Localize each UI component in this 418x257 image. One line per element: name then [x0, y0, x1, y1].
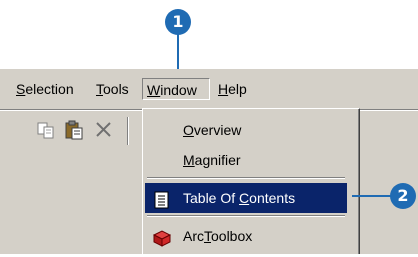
- delete-icon[interactable]: [94, 120, 114, 140]
- screenshot: 1 Selection Tools Window Help Overview M…: [0, 0, 418, 254]
- menu-window-accel: W: [147, 82, 161, 98]
- menu-item-magnifier[interactable]: Magnifier: [145, 145, 347, 175]
- table-of-contents-icon: [153, 189, 171, 209]
- menu-item-overview[interactable]: Overview: [145, 115, 347, 145]
- menu-item-table-of-contents-label: Table Of Contents: [183, 190, 296, 206]
- menu-selection-rest: election: [25, 81, 74, 97]
- menu-item-overview-label: Overview: [183, 122, 242, 138]
- menu-item-table-of-contents[interactable]: Table Of Contents: [145, 183, 347, 213]
- menu-selection-accel: S: [16, 81, 26, 97]
- menu-tools-rest: ools: [103, 81, 129, 97]
- paste-icon[interactable]: [64, 120, 84, 140]
- menu-item-arctoolbox-label: ArcToolbox: [183, 228, 253, 244]
- window-menu-dropdown: Overview Magnifier Table Of Contents Arc…: [142, 108, 360, 254]
- menu-help-accel: H: [218, 81, 229, 97]
- callout-2-badge: 2: [390, 183, 416, 209]
- callout-1-badge: 1: [165, 9, 191, 35]
- callout-2-leader: [352, 195, 394, 197]
- arctoolbox-icon: [152, 227, 172, 247]
- menu-separator: [147, 215, 345, 217]
- menu-help-rest: elp: [228, 81, 247, 97]
- menu-item-magnifier-label: Magnifier: [183, 152, 241, 168]
- menu-window[interactable]: Window: [142, 78, 210, 100]
- menu-help[interactable]: Help: [214, 78, 251, 100]
- menu-selection[interactable]: Selection: [12, 78, 78, 100]
- menu-item-arctoolbox[interactable]: ArcToolbox: [145, 221, 347, 251]
- menu-tools-accel: T: [96, 81, 103, 97]
- menu-tools[interactable]: Tools: [92, 78, 133, 100]
- menu-bar: Selection Tools Window Help: [0, 69, 418, 109]
- menu-separator: [147, 177, 345, 179]
- toolbar-separator: [127, 117, 129, 145]
- copy-icon[interactable]: [36, 121, 56, 141]
- menu-window-rest: indow: [160, 82, 197, 98]
